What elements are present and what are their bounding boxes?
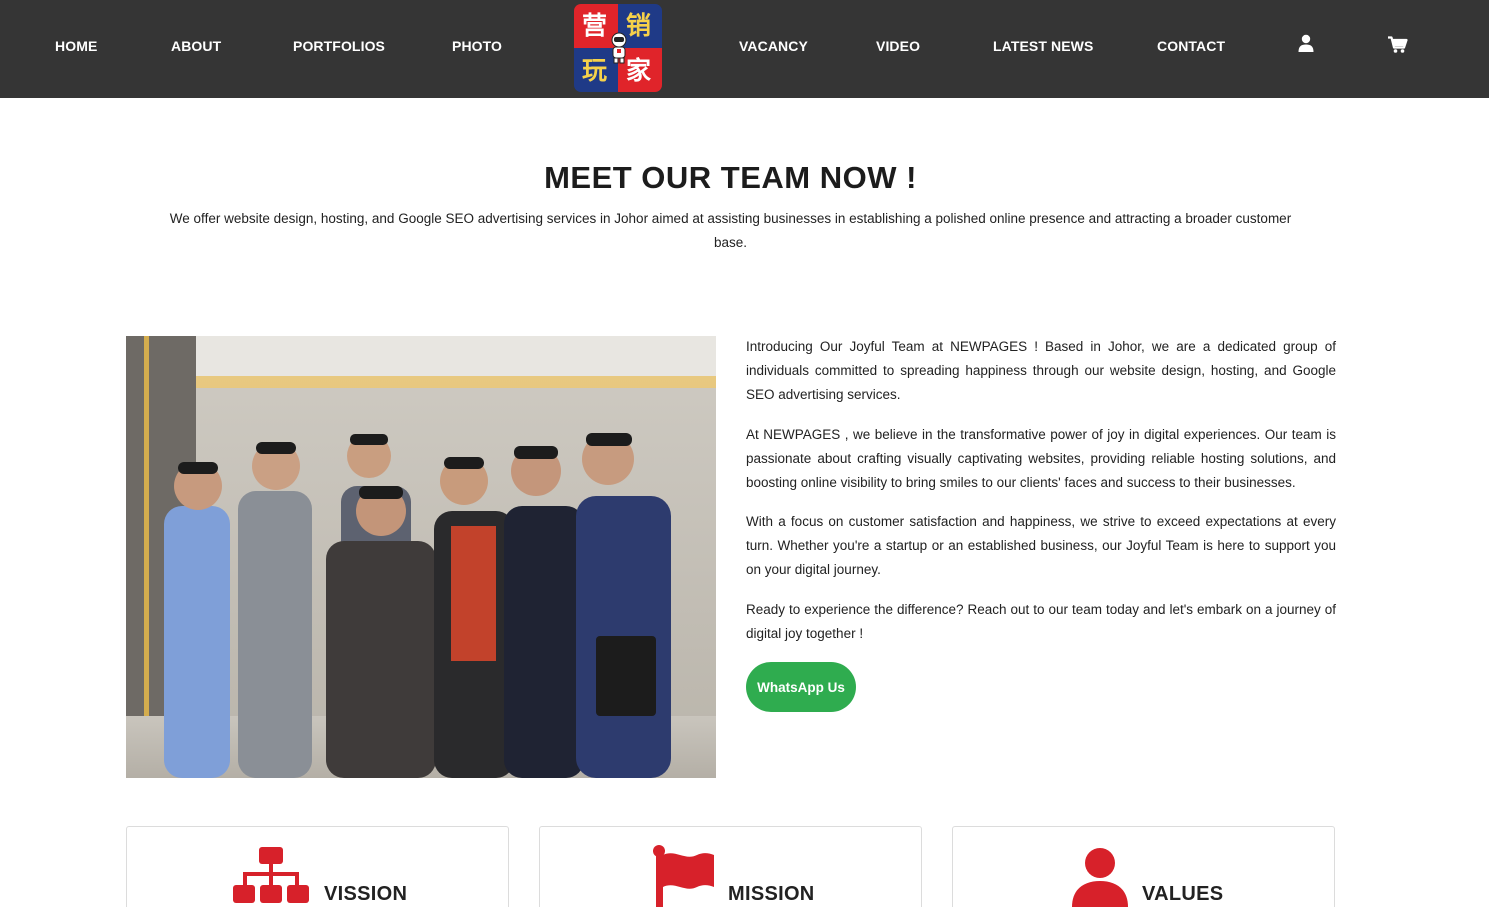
cart-icon[interactable] xyxy=(1388,36,1408,56)
whatsapp-button[interactable]: WhatsApp Us xyxy=(746,662,856,712)
mascot-icon xyxy=(611,32,627,64)
team-photo-illustration xyxy=(126,336,716,778)
values-card: VALUES xyxy=(952,826,1335,907)
team-photo xyxy=(126,336,716,778)
intro-paragraph: With a focus on customer satisfaction an… xyxy=(746,514,1336,577)
team-intro: Introducing Our Joyful Team at NEWPAGES … xyxy=(746,335,1336,661)
user-icon[interactable] xyxy=(1297,34,1317,54)
nav-contact[interactable]: CONTACT xyxy=(1157,38,1225,54)
card-title: VISSION xyxy=(324,883,408,905)
logo-char-1: 营 xyxy=(582,11,608,40)
intro-paragraph: Introducing Our Joyful Team at NEWPAGES … xyxy=(746,339,1336,402)
page-title: MEET OUR TEAM NOW ! xyxy=(544,160,917,195)
mission-card: MISSION xyxy=(539,826,922,907)
top-navigation: HOME ABOUT PORTFOLIOS PHOTO 营 销 玩 家 VACA… xyxy=(0,0,1489,98)
vision-card: VISSION xyxy=(126,826,509,907)
logo-char-3: 玩 xyxy=(582,56,608,85)
person-icon xyxy=(1072,848,1128,907)
nav-video[interactable]: VIDEO xyxy=(876,38,920,54)
card-title: MISSION xyxy=(728,883,815,905)
nav-home[interactable]: HOME xyxy=(55,38,97,54)
nav-photo[interactable]: PHOTO xyxy=(452,38,502,54)
site-logo[interactable]: 营 销 玩 家 xyxy=(574,4,662,92)
flag-icon xyxy=(653,845,714,907)
nav-latest-news[interactable]: LATEST NEWS xyxy=(993,38,1093,54)
page-subtitle: We offer website design, hosting, and Go… xyxy=(169,211,1292,250)
nav-vacancy[interactable]: VACANCY xyxy=(739,38,808,54)
intro-paragraph: Ready to experience the difference? Reac… xyxy=(746,601,1336,641)
intro-paragraph: At NEWPAGES , we believe in the transfor… xyxy=(746,426,1336,490)
org-chart-icon xyxy=(233,847,309,903)
nav-portfolios[interactable]: PORTFOLIOS xyxy=(293,38,385,54)
nav-about[interactable]: ABOUT xyxy=(171,38,221,54)
card-title: VALUES xyxy=(1142,883,1224,905)
